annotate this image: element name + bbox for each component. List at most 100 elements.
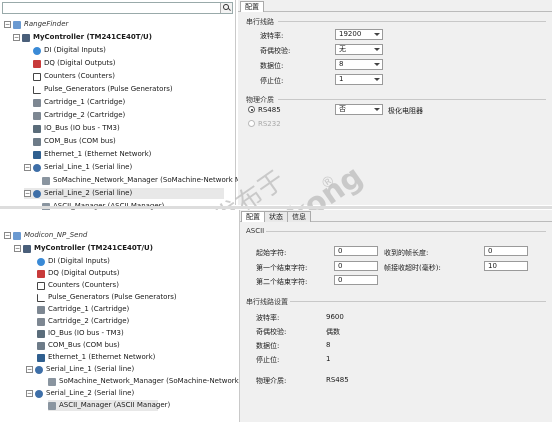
end-char2-input[interactable]: 0 — [334, 275, 378, 285]
tree-item-controller[interactable]: − MyController (TM241CE40T/U) — [14, 243, 153, 254]
tree-item-di[interactable]: DI (Digital Inputs) — [37, 256, 110, 267]
tree-item-io-bus[interactable]: IO_Bus (IO bus - TM3) — [33, 123, 120, 134]
baud-select[interactable]: 19200 — [335, 29, 383, 40]
serial-line-icon — [33, 189, 41, 198]
tree-item-serial-line-2[interactable]: − Serial_Line_2 (Serial line) — [24, 188, 224, 199]
chevron-down-icon — [374, 48, 380, 51]
com-bus-icon — [33, 137, 41, 146]
tree-root-project[interactable]: − Modicon_NP_Send — [4, 230, 87, 241]
ro-baud-value: 9600 — [326, 313, 344, 321]
rs485-radio[interactable] — [248, 106, 255, 113]
ro-baud-label: 波特率: — [256, 314, 280, 322]
frame-timeout-input[interactable]: 10 — [484, 261, 528, 271]
tab-info[interactable]: 信息 — [287, 211, 311, 222]
tree-item-counters[interactable]: Counters (Counters) — [33, 71, 115, 82]
tree-item-cartridge-2[interactable]: Cartridge_2 (Cartridge) — [33, 110, 125, 121]
recv-len-input[interactable]: 0 — [484, 246, 528, 256]
digital-input-icon — [33, 46, 41, 55]
physical-section-title: 物理介质 — [246, 96, 274, 104]
serial-line-icon — [35, 389, 43, 398]
tree-item-pulse-generators[interactable]: Pulse_Generators (Pulse Generators) — [33, 84, 173, 95]
tree-item-cartridge-1[interactable]: Cartridge_1 (Cartridge) — [37, 304, 129, 315]
counter-icon — [33, 72, 41, 81]
rs232-radio[interactable] — [248, 120, 255, 127]
tree-item-dq[interactable]: DQ (Digital Outputs) — [33, 58, 115, 69]
digital-input-icon — [37, 257, 45, 266]
stopbits-select[interactable]: 1 — [335, 74, 383, 85]
end-char1-input[interactable]: 0 — [334, 261, 378, 271]
pulse-icon — [33, 85, 41, 94]
collapse-icon[interactable]: − — [24, 164, 31, 171]
start-char-input[interactable]: 0 — [334, 246, 378, 256]
tree-item-pulse-generators[interactable]: Pulse_Generators (Pulse Generators) — [37, 292, 177, 303]
tree-item-serial-line-1[interactable]: − Serial_Line_1 (Serial line) — [26, 364, 134, 375]
tree-item-serial-line-2[interactable]: − Serial_Line_2 (Serial line) — [26, 388, 134, 399]
collapse-icon[interactable]: − — [4, 232, 11, 239]
config-tabbar: 配置 状态 信息 — [240, 210, 552, 222]
search-button[interactable] — [220, 3, 232, 13]
databits-label: 数据位: — [260, 62, 284, 70]
parity-select[interactable]: 无 — [335, 44, 383, 55]
tree-item-di[interactable]: DI (Digital Inputs) — [33, 45, 106, 56]
collapse-icon[interactable]: − — [24, 190, 31, 197]
digital-output-icon — [33, 59, 41, 68]
serial-line-icon — [35, 365, 43, 374]
tree-item-controller[interactable]: − MyController (TM241CE40T/U) — [13, 32, 152, 43]
config-tabbar: 配置 — [238, 0, 552, 12]
com-bus-icon — [37, 341, 45, 350]
tree-item-ascii-manager[interactable]: ASCII_Manager (ASCII Manager) — [48, 400, 170, 411]
end-char1-label: 第一个结束字符: — [256, 264, 308, 272]
collapse-icon[interactable]: − — [4, 21, 11, 28]
end-char2-label: 第二个结束字符: — [256, 278, 308, 286]
ro-databits-value: 8 — [326, 341, 331, 349]
recv-len-label: 收到的帧长度: — [384, 249, 429, 257]
counter-icon — [37, 281, 45, 290]
serial-section-title: 串行线路 — [246, 18, 274, 26]
databits-select[interactable]: 8 — [335, 59, 383, 70]
cartridge-icon — [37, 305, 45, 314]
rs232-label: RS232 — [258, 120, 281, 128]
polarization-select[interactable]: 否 — [335, 104, 383, 115]
ro-stopbits-label: 停止位: — [256, 356, 280, 364]
serial-line-icon — [33, 163, 41, 172]
tree-item-counters[interactable]: Counters (Counters) — [37, 280, 119, 291]
start-char-label: 起始字符: — [256, 249, 287, 257]
tree-root-project[interactable]: − RangeFinder — [4, 19, 68, 30]
top-device-tree: − RangeFinder − MyController (TM241CE40T/U… — [0, 0, 268, 211]
collapse-icon[interactable]: − — [26, 366, 33, 373]
tab-config[interactable]: 配置 — [241, 211, 265, 222]
tree-item-io-bus[interactable]: IO_Bus (IO bus - TM3) — [37, 328, 124, 339]
tree-item-serial-line-1[interactable]: − Serial_Line_1 (Serial line) — [24, 162, 132, 173]
polarization-label: 极化电阻器 — [388, 107, 423, 115]
controller-icon — [22, 33, 30, 42]
cartridge-icon — [33, 111, 41, 120]
parity-label: 奇偶校验: — [260, 47, 291, 55]
controller-icon — [23, 244, 31, 253]
tab-status[interactable]: 状态 — [264, 211, 288, 222]
tree-item-cartridge-1[interactable]: Cartridge_1 (Cartridge) — [33, 97, 125, 108]
ro-stopbits-value: 1 — [326, 355, 331, 363]
io-bus-icon — [33, 124, 41, 133]
tree-item-com-bus[interactable]: COM_Bus (COM bus) — [37, 340, 120, 351]
chevron-down-icon — [374, 63, 380, 66]
rs485-label: RS485 — [258, 106, 281, 114]
baud-label: 波特率: — [260, 32, 284, 40]
tab-config[interactable]: 配置 — [240, 1, 264, 12]
ro-medium-value: RS485 — [326, 376, 349, 384]
tree-item-ethernet[interactable]: Ethernet_1 (Ethernet Network) — [33, 149, 151, 160]
search-input[interactable] — [2, 2, 233, 14]
digital-output-icon — [37, 269, 45, 278]
ethernet-icon — [37, 353, 45, 362]
collapse-icon[interactable]: − — [26, 390, 33, 397]
stopbits-label: 停止位: — [260, 77, 284, 85]
tree-item-cartridge-2[interactable]: Cartridge_2 (Cartridge) — [37, 316, 129, 327]
tree-item-com-bus[interactable]: COM_Bus (COM bus) — [33, 136, 116, 147]
tree-item-ethernet[interactable]: Ethernet_1 (Ethernet Network) — [37, 352, 155, 363]
collapse-icon[interactable]: − — [14, 245, 21, 252]
tree-item-dq[interactable]: DQ (Digital Outputs) — [37, 268, 119, 279]
chevron-down-icon — [374, 108, 380, 111]
collapse-icon[interactable]: − — [13, 34, 20, 41]
serial-settings-section-title: 串行线路设置 — [246, 298, 288, 306]
bottom-device-tree: − Modicon_NP_Send − MyController (TM241CE4… — [0, 210, 274, 422]
cartridge-icon — [33, 98, 41, 107]
